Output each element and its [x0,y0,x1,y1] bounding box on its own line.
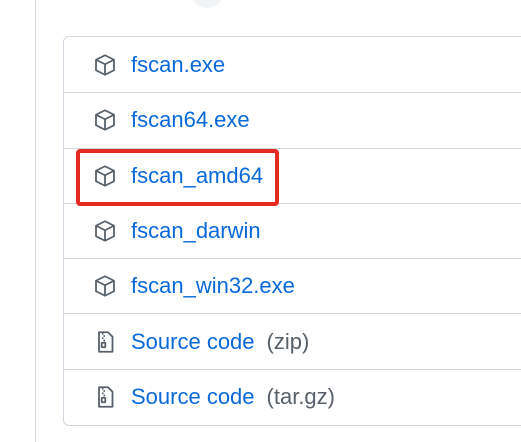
timeline-badge [190,0,224,8]
asset-link-fscan-amd64[interactable]: fscan_amd64 [131,163,263,189]
asset-row[interactable]: fscan_win32.exe [64,258,521,313]
asset-link-source-targz[interactable]: Source code [131,384,255,410]
asset-row[interactable]: Source code (zip) [64,313,521,368]
package-icon [92,163,118,189]
asset-format-label: (tar.gz) [266,383,335,409]
file-zip-icon [92,384,118,410]
asset-link-fscan-exe[interactable]: fscan.exe [131,52,225,78]
assets-list: fscan.exe fscan64.exe fscan_amd64 fscan_… [63,36,521,426]
asset-link-fscan-darwin[interactable]: fscan_darwin [131,218,261,244]
asset-link-fscan-win32-exe[interactable]: fscan_win32.exe [131,273,295,299]
package-icon [92,107,118,133]
asset-link-source-zip[interactable]: Source code [131,329,255,355]
file-zip-icon [92,329,118,355]
release-assets-page: fscan.exe fscan64.exe fscan_amd64 fscan_… [0,0,521,442]
asset-row[interactable]: fscan_darwin [64,202,521,258]
package-icon [92,273,118,299]
asset-row[interactable]: fscan_amd64 [64,147,521,203]
asset-row[interactable]: fscan64.exe [64,92,521,147]
asset-format-label: (zip) [266,328,310,354]
asset-link-fscan64-exe[interactable]: fscan64.exe [131,107,250,133]
timeline-line [35,0,36,442]
asset-row[interactable]: Source code (tar.gz) [64,368,521,424]
package-icon [92,218,118,244]
asset-row[interactable]: fscan.exe [64,37,521,92]
package-icon [92,52,118,78]
